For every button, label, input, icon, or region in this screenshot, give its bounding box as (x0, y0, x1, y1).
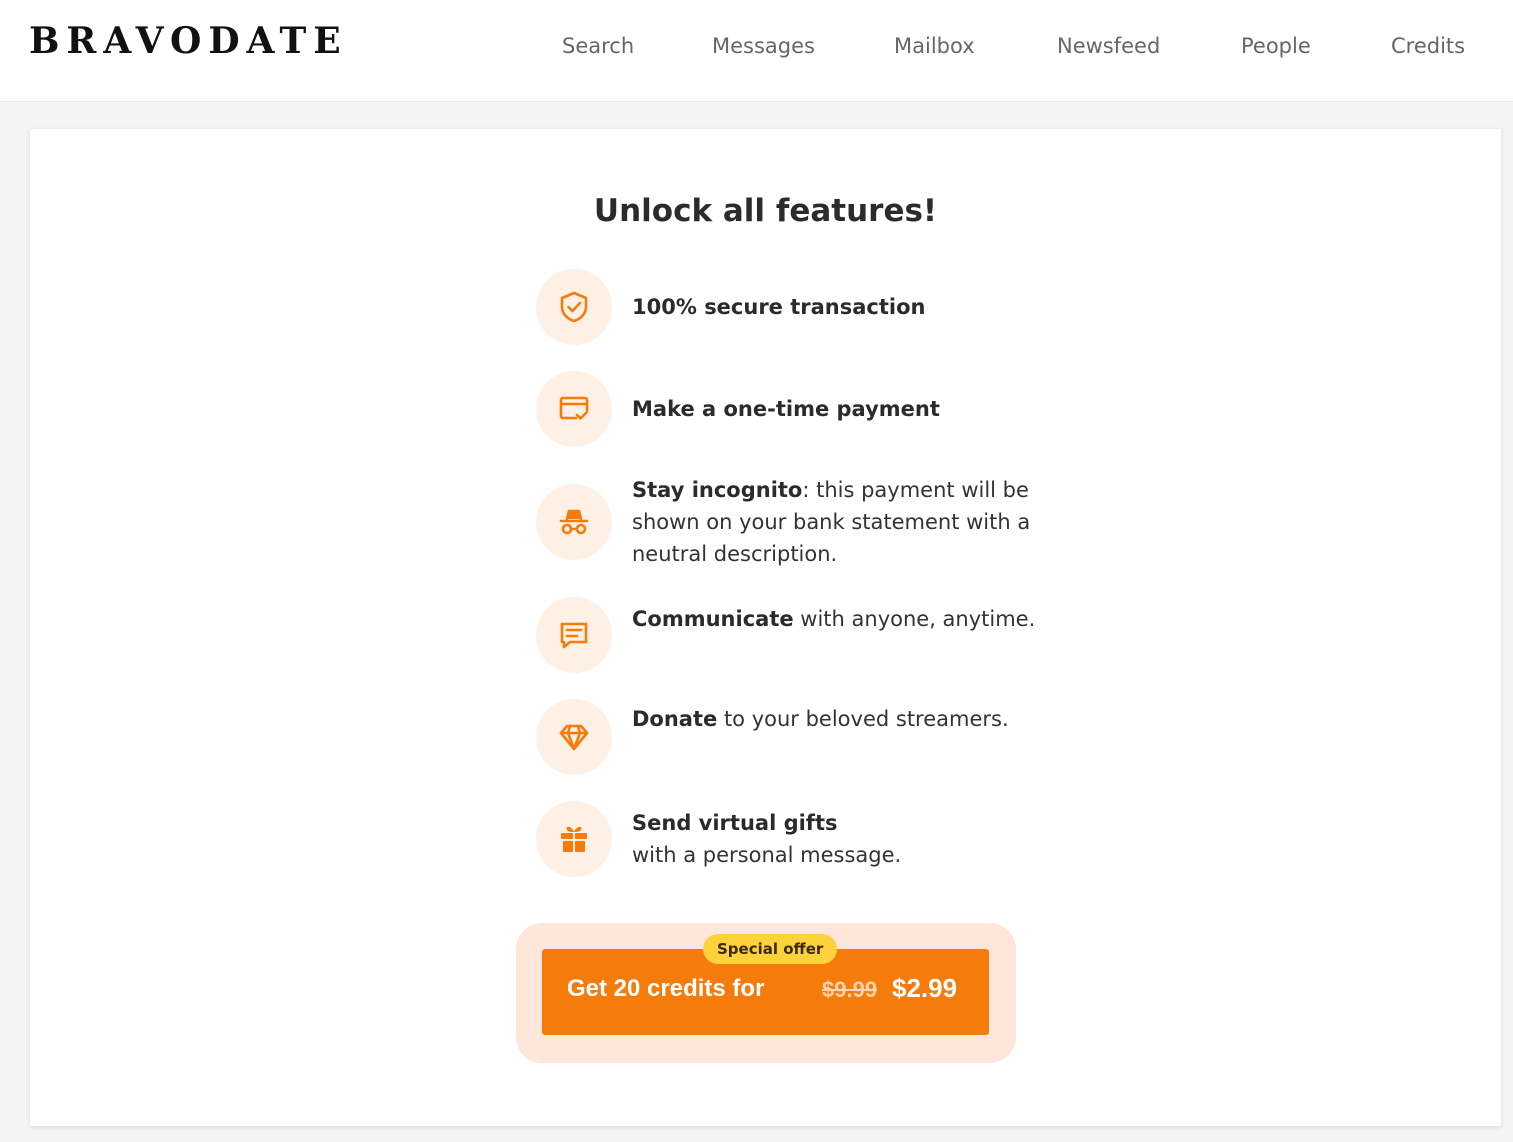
feature-donate: Donate to your beloved streamers. (536, 699, 1056, 775)
feature-desc: with anyone, anytime. (793, 607, 1036, 631)
old-price: $9.99 (822, 977, 878, 1002)
feature-icon-badge (536, 597, 612, 673)
feature-communicate: Communicate with anyone, anytime. (536, 597, 1056, 673)
card-check-icon (559, 396, 589, 420)
feature-gifts: Send virtual gifts with a personal messag… (536, 801, 1056, 877)
diamond-icon (559, 724, 589, 751)
feature-text: Communicate with anyone, anytime. (632, 603, 1052, 635)
special-offer-badge: Special offer (703, 934, 838, 964)
feature-secure: 100% secure transaction (536, 269, 1056, 345)
feature-icon-badge (536, 269, 612, 345)
chat-icon (560, 622, 588, 649)
unlock-card: Unlock all features! 100% secure transac… (30, 129, 1501, 1126)
nav-people[interactable]: People (1241, 34, 1311, 58)
feature-title: 100% secure transaction (632, 295, 926, 319)
feature-text: Donate to your beloved streamers. (632, 703, 1052, 735)
top-bar: BRAVODATE Search Messages Mailbox Newsfe… (0, 0, 1513, 102)
feature-title: Send virtual gifts (632, 811, 838, 835)
feature-title: Make a one-time payment (632, 397, 940, 421)
offer-label: Get 20 credits for (567, 975, 765, 1002)
main-nav: Search Messages Mailbox Newsfeed People … (0, 34, 1513, 62)
offer-container: Get 20 credits for $9.99 $2.99 Special o… (516, 923, 1016, 1063)
feature-title: Donate (632, 707, 718, 731)
feature-payment: Make a one-time payment (536, 371, 1056, 447)
nav-newsfeed[interactable]: Newsfeed (1057, 34, 1160, 58)
feature-desc: to your beloved streamers. (717, 707, 1009, 731)
feature-desc: with a personal message. (632, 843, 902, 867)
feature-incognito: Stay incognito: this payment will be sho… (536, 474, 1056, 578)
feature-icon-badge (536, 801, 612, 877)
feature-icon-badge (536, 371, 612, 447)
new-price: $2.99 (892, 973, 958, 1003)
nav-search[interactable]: Search (562, 34, 634, 58)
feature-icon-badge (536, 699, 612, 775)
nav-messages[interactable]: Messages (712, 34, 815, 58)
nav-mailbox[interactable]: Mailbox (894, 34, 975, 58)
feature-title: Communicate (632, 607, 794, 631)
nav-credits[interactable]: Credits (1391, 34, 1465, 58)
shield-check-icon (560, 291, 588, 323)
gift-icon (561, 826, 587, 852)
feature-text: Stay incognito: this payment will be sho… (632, 474, 1052, 570)
feature-text: Send virtual gifts with a personal messag… (632, 807, 1052, 871)
page-title: Unlock all features! (593, 193, 938, 229)
feature-icon-badge (536, 484, 612, 560)
feature-text: 100% secure transaction (632, 291, 1052, 323)
feature-text: Make a one-time payment (632, 393, 1052, 425)
feature-title: Stay incognito (632, 478, 803, 502)
incognito-icon (559, 509, 589, 535)
